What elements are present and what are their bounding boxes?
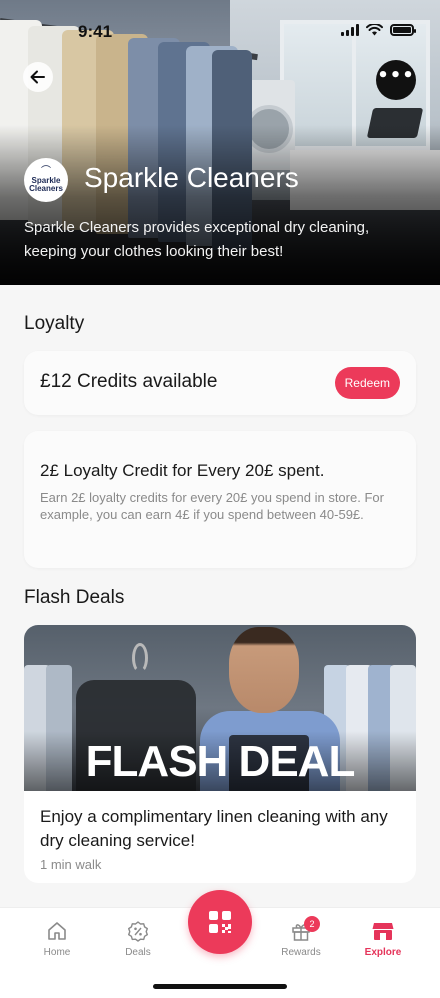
phone-screen: 9:41 ••• ⌒ Sparkle Cleaners Sparkle Clea… [0, 0, 440, 998]
deal-person-head [229, 627, 299, 713]
logo-text: Sparkle Cleaners [29, 176, 63, 193]
flash-deal-image: FLASH DEAL [24, 625, 416, 791]
discount-badge-icon [127, 921, 148, 942]
nav-item-explore[interactable]: Explore [348, 920, 418, 958]
back-button[interactable] [23, 62, 53, 92]
status-time: 9:41 [78, 22, 113, 41]
home-indicator[interactable] [153, 984, 287, 989]
loyalty-offer-title: 2£ Loyalty Credit for Every 20£ spent. [40, 461, 325, 480]
cellular-signal-icon [341, 24, 359, 36]
credits-card: £12 Credits available Redeem [24, 351, 416, 415]
nav-label-rewards: Rewards [281, 947, 321, 958]
nav-item-rewards[interactable]: 2 Rewards [266, 916, 336, 958]
scan-qr-button[interactable] [188, 890, 252, 954]
flash-deals-section-title: Flash Deals [24, 587, 125, 608]
rewards-count-badge: 2 [304, 916, 320, 932]
nav-label-deals: Deals [125, 947, 151, 958]
status-bar: 9:41 [0, 0, 440, 60]
loyalty-offer-description: Earn 2£ loyalty credits for every 20£ yo… [40, 490, 384, 522]
arrow-left-icon [30, 70, 45, 84]
flash-deal-title: Enjoy a complimentary linen cleaning wit… [40, 807, 388, 850]
store-description: Sparkle Cleaners provides exceptional dr… [24, 219, 370, 260]
flash-deal-distance: 1 min walk [40, 857, 102, 872]
flash-deal-card[interactable]: FLASH DEAL Enjoy a complimentary linen c… [24, 625, 416, 883]
store-hero: 9:41 ••• ⌒ Sparkle Cleaners Sparkle Clea… [0, 0, 440, 285]
nav-item-home[interactable]: Home [22, 920, 92, 958]
qr-scan-icon [209, 911, 231, 933]
loyalty-section-title: Loyalty [24, 313, 85, 334]
status-icons [341, 24, 416, 36]
redeem-button[interactable]: Redeem [334, 367, 400, 399]
more-options-button[interactable]: ••• [376, 60, 416, 100]
store-icon [372, 923, 394, 940]
loyalty-offer-card[interactable]: 2£ Loyalty Credit for Every 20£ spent. E… [24, 431, 416, 568]
battery-icon [390, 24, 416, 36]
credits-available-text: £12 Credits available [40, 371, 218, 392]
store-logo: ⌒ Sparkle Cleaners [24, 158, 68, 202]
store-name: Sparkle Cleaners [84, 162, 299, 193]
flash-deal-label: FLASH DEAL [85, 737, 356, 786]
nav-label-explore: Explore [364, 947, 402, 958]
nav-label-home: Home [43, 947, 71, 958]
hanger-hook-icon [132, 643, 148, 673]
nav-item-deals[interactable]: Deals [103, 920, 173, 958]
wifi-icon [366, 24, 383, 36]
more-dots-icon: ••• [377, 65, 415, 86]
home-icon [48, 922, 66, 940]
